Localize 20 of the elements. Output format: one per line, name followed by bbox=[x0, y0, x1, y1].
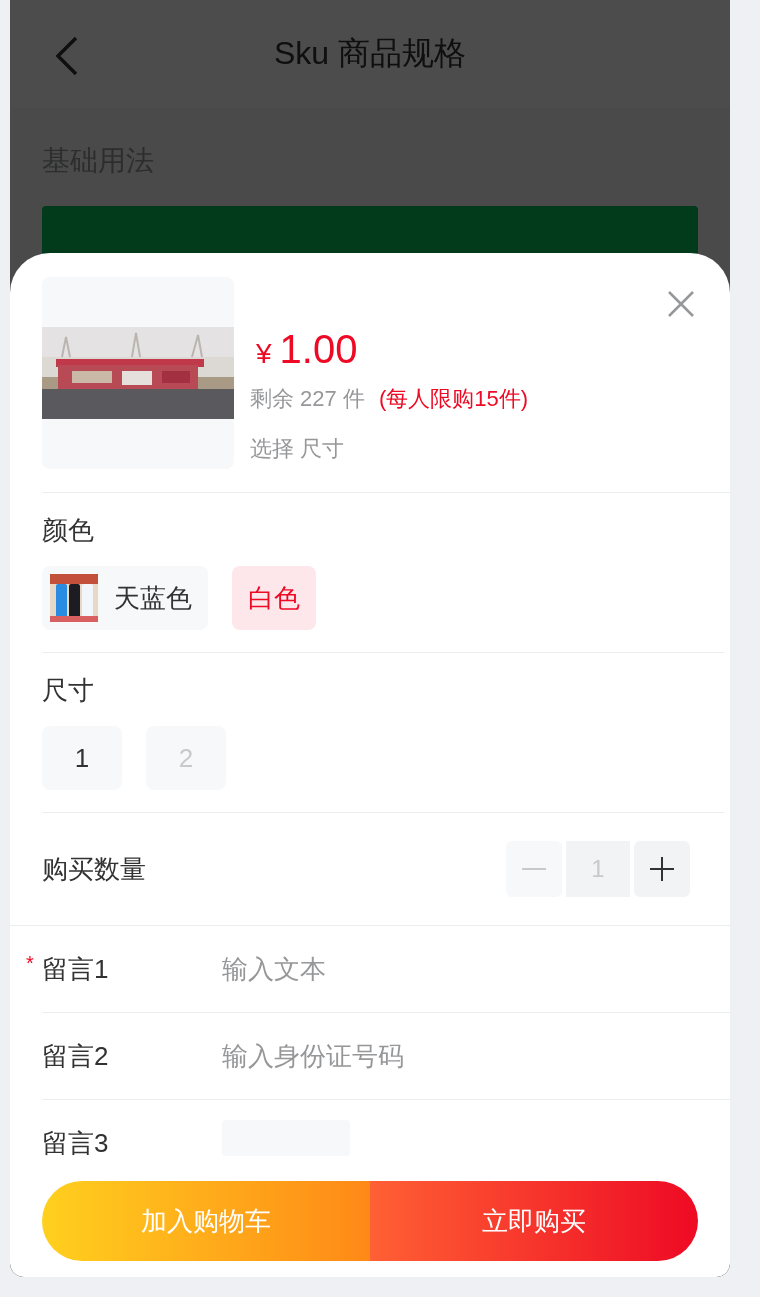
quantity-label: 购买数量 bbox=[42, 852, 146, 886]
sku-option[interactable]: 天蓝色 bbox=[42, 566, 208, 630]
quota-text: (每人限购15件) bbox=[378, 385, 529, 413]
selection-text: 选择 尺寸 bbox=[250, 435, 346, 463]
price: ¥ 1.00 bbox=[255, 327, 359, 372]
page-title: Sku 商品规格 bbox=[274, 34, 466, 73]
stock-text: 剩余 227 件 bbox=[250, 385, 365, 413]
group-title: 尺寸 bbox=[42, 674, 95, 707]
message-label: 留言3 bbox=[42, 1126, 110, 1160]
minus-icon bbox=[521, 868, 547, 870]
message-label: 留言2 bbox=[42, 1039, 110, 1073]
group-title: 颜色 bbox=[42, 514, 95, 547]
buy-now-button[interactable]: 立即购买 bbox=[370, 1181, 698, 1261]
close-icon[interactable] bbox=[668, 291, 694, 317]
plus-icon bbox=[649, 856, 675, 882]
sku-option[interactable]: 1 bbox=[42, 726, 122, 790]
sku-option[interactable]: 白色 bbox=[232, 566, 316, 630]
message-label: 留言1 bbox=[42, 952, 110, 986]
required-mark: * bbox=[26, 952, 34, 975]
plus-button[interactable] bbox=[634, 841, 690, 897]
